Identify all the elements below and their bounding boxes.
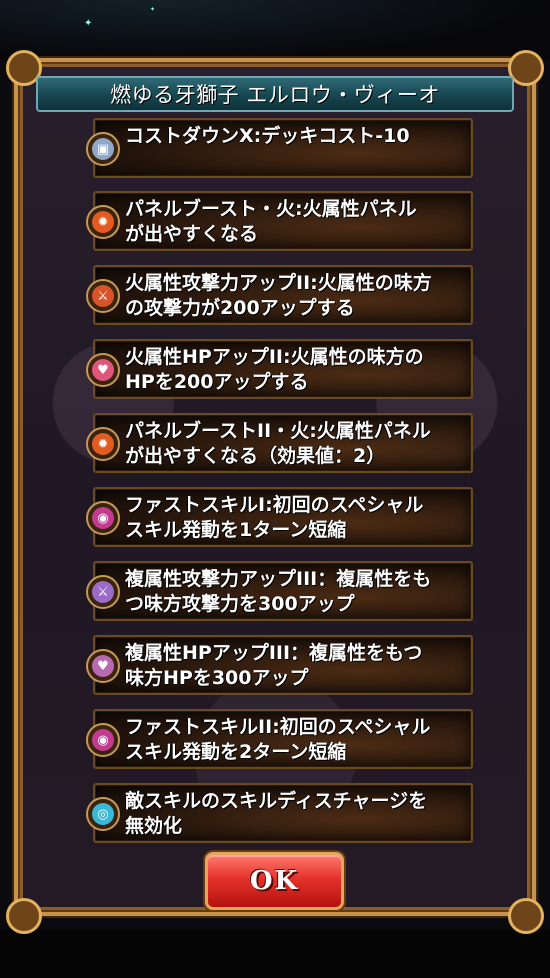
skill-row: ⚔ 火属性攻撃力アップII:火属性の味方 の攻撃力が200アップする bbox=[86, 265, 473, 325]
fire-panel-icon: ✹ bbox=[86, 427, 120, 461]
skill-list: ▣ コストダウンX:デッキコスト-10 ✹ パネルブースト・火:火属性パネル が出やす… bbox=[0, 0, 550, 978]
skill-row: ◎ 敵スキルのスキルディスチャージを 無効化 bbox=[86, 783, 473, 843]
ok-button[interactable]: OK bbox=[205, 852, 344, 910]
skill-description: ファストスキルI:初回のスペシャル スキル発動を1ターン短縮 bbox=[125, 494, 424, 541]
skill-row: ♥ 火属性HPアップII:火属性の味方の HPを200アップする bbox=[86, 339, 473, 399]
skill-description: ファストスキルII:初回のスペシャル スキル発動を2ターン短縮 bbox=[125, 716, 431, 763]
skill-description: コストダウンX:デッキコスト-10 bbox=[125, 125, 410, 147]
discharge-guard-icon: ◎ bbox=[86, 797, 120, 831]
multi-hp-icon: ♥ bbox=[86, 649, 120, 683]
cost-down-icon: ▣ bbox=[86, 132, 120, 166]
fire-hp-icon: ♥ bbox=[86, 353, 120, 387]
skill-description: 複属性HPアップIII：複属性をもつ 味方HPを300アップ bbox=[125, 642, 423, 689]
fire-attack-icon: ⚔ bbox=[86, 279, 120, 313]
fire-panel-icon: ✹ bbox=[86, 205, 120, 239]
ok-button-label: OK bbox=[249, 866, 300, 896]
skill-row: ▣ コストダウンX:デッキコスト-10 bbox=[86, 118, 473, 178]
skill-description: パネルブースト・火:火属性パネル が出やすくなる bbox=[125, 198, 417, 245]
fast-skill-icon: ◉ bbox=[86, 501, 120, 535]
skill-row: ◉ ファストスキルI:初回のスペシャル スキル発動を1ターン短縮 bbox=[86, 487, 473, 547]
skill-description: 複属性攻撃力アップIII：複属性をも つ味方攻撃力を300アップ bbox=[125, 568, 432, 615]
skill-row: ◉ ファストスキルII:初回のスペシャル スキル発動を2ターン短縮 bbox=[86, 709, 473, 769]
skill-row: ♥ 複属性HPアップIII：複属性をもつ 味方HPを300アップ bbox=[86, 635, 473, 695]
multi-attack-icon: ⚔ bbox=[86, 575, 120, 609]
skill-description: 火属性HPアップII:火属性の味方の HPを200アップする bbox=[125, 346, 424, 393]
skill-description: 敵スキルのスキルディスチャージを 無効化 bbox=[125, 790, 428, 837]
skill-description: 火属性攻撃力アップII:火属性の味方 の攻撃力が200アップする bbox=[125, 272, 432, 319]
skill-description: パネルブーストII・火:火属性パネル が出やすくなる（効果値：2） bbox=[125, 420, 431, 467]
skill-row: ⚔ 複属性攻撃力アップIII：複属性をも つ味方攻撃力を300アップ bbox=[86, 561, 473, 621]
skill-row: ✹ パネルブースト・火:火属性パネル が出やすくなる bbox=[86, 191, 473, 251]
skill-row: ✹ パネルブーストII・火:火属性パネル が出やすくなる（効果値：2） bbox=[86, 413, 473, 473]
fast-skill-icon: ◉ bbox=[86, 723, 120, 757]
